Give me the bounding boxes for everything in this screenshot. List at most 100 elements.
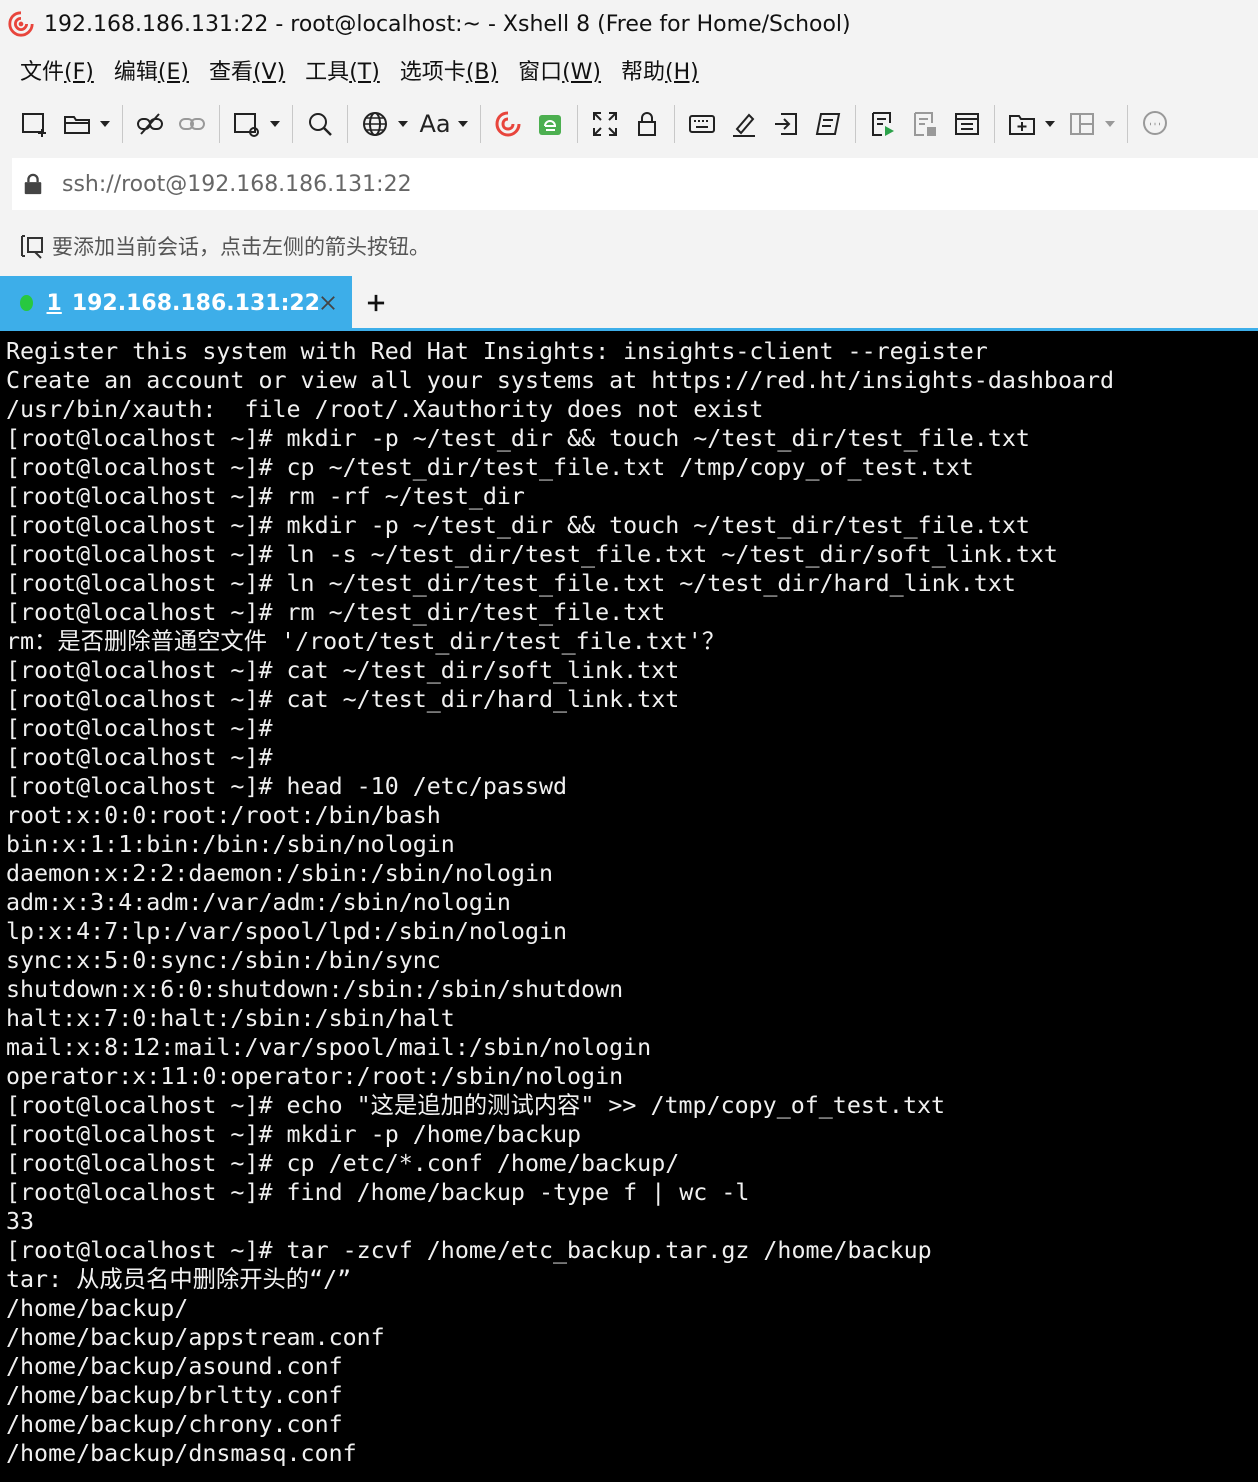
window-dropdown-icon[interactable] — [268, 104, 282, 144]
menu-help-label: 帮助 — [621, 60, 666, 85]
address-bar — [12, 158, 1258, 210]
menu-view[interactable]: 查看(V) — [199, 54, 295, 86]
stop-log-icon[interactable] — [907, 104, 943, 144]
add-tab-button[interactable] — [352, 276, 400, 330]
menu-file[interactable]: 文件(F) — [10, 54, 104, 86]
font-button-label: Aa — [419, 110, 451, 138]
disconnect-icon[interactable] — [132, 104, 168, 144]
terminal-line: [root@localhost ~]# find /home/backup -t… — [6, 1179, 750, 1206]
terminal-line: [root@localhost ~]# cp ~/test_dir/test_f… — [6, 454, 974, 481]
terminal-line: bin:x:1:1:bin:/bin:/sbin/nologin — [6, 831, 455, 858]
lock-icon[interactable] — [629, 104, 665, 144]
layout-icon[interactable] — [1064, 104, 1100, 144]
terminal-line: [root@localhost ~]# echo "这是追加的测试内容" >> … — [6, 1092, 946, 1119]
menu-help-accel: (H) — [665, 60, 699, 85]
send-icon[interactable] — [768, 104, 804, 144]
xshell-icon[interactable] — [490, 104, 526, 144]
open-folder-icon[interactable] — [59, 104, 95, 144]
terminal-line: lp:x:4:7:lp:/var/spool/lpd:/sbin/nologin — [6, 918, 568, 945]
terminal-line: Create an account or view all your syste… — [6, 367, 1115, 394]
terminal-line: /home/backup/dnsmasq.conf — [6, 1440, 357, 1467]
menu-tools[interactable]: 工具(T) — [295, 54, 390, 86]
session-hint-bar: 要添加当前会话，点击左侧的箭头按钮。 — [0, 224, 1258, 268]
menu-file-accel: (F) — [64, 60, 94, 85]
log-file-icon[interactable] — [949, 104, 985, 144]
fullscreen-icon[interactable] — [587, 104, 623, 144]
terminal-line: sync:x:5:0:sync:/sbin:/bin/sync — [6, 947, 441, 974]
menu-window[interactable]: 窗口(W) — [508, 54, 611, 86]
terminal-line: Register this system with Red Hat Insigh… — [6, 338, 988, 365]
font-dropdown-icon[interactable] — [456, 104, 470, 144]
terminal-line: daemon:x:2:2:daemon:/sbin:/sbin/nologin — [6, 860, 554, 887]
close-icon[interactable] — [320, 294, 336, 312]
menu-edit[interactable]: 编辑(E) — [104, 54, 199, 86]
search-icon[interactable] — [302, 104, 338, 144]
terminal-line: /usr/bin/xauth: file /root/.Xauthority d… — [6, 396, 764, 423]
font-icon[interactable]: Aa — [417, 104, 453, 144]
terminal-line: [root@localhost ~]# tar -zcvf /home/etc_… — [6, 1237, 932, 1264]
globe-icon[interactable] — [357, 104, 393, 144]
plus-icon — [367, 294, 385, 312]
add-session-arrow-icon[interactable] — [18, 232, 46, 260]
toolbar-separator — [674, 105, 675, 143]
toolbar-separator — [347, 105, 348, 143]
layout-dropdown-icon[interactable] — [1103, 104, 1117, 144]
menu-bar: 文件(F) 编辑(E) 查看(V) 工具(T) 选项卡(B) 窗口(W) 帮助(… — [0, 48, 1258, 92]
terminal-output[interactable]: Register this system with Red Hat Insigh… — [0, 331, 1258, 1482]
terminal-line: /home/backup/asound.conf — [6, 1353, 343, 1380]
start-log-icon[interactable] — [865, 104, 901, 144]
window-title: 192.168.186.131:22 - root@localhost:~ - … — [44, 11, 851, 37]
terminal-line: [root@localhost ~]# — [6, 744, 273, 771]
menu-tabs[interactable]: 选项卡(B) — [390, 54, 508, 86]
menu-view-label: 查看 — [208, 60, 253, 85]
terminal-line: [root@localhost ~]# ln -s ~/test_dir/tes… — [6, 541, 1058, 568]
address-lock-icon — [22, 171, 48, 197]
terminal-line: [root@localhost ~]# — [6, 715, 273, 742]
menu-window-label: 窗口 — [518, 60, 563, 85]
menu-tools-label: 工具 — [305, 60, 350, 85]
new-session-icon[interactable] — [17, 104, 53, 144]
xftp-icon[interactable] — [532, 104, 568, 144]
folder-dropdown-icon[interactable] — [1043, 104, 1057, 144]
terminal-line: root:x:0:0:root:/root:/bin/bash — [6, 802, 441, 829]
new-folder-icon[interactable] — [1004, 104, 1040, 144]
terminal-line: /home/backup/brltty.conf — [6, 1382, 343, 1409]
globe-dropdown-icon[interactable] — [396, 104, 410, 144]
xshell-logo-icon — [6, 9, 36, 39]
menu-window-accel: (W) — [562, 60, 602, 85]
tab-session-1[interactable]: 1 192.168.186.131:22 — [0, 276, 352, 330]
open-dropdown-icon[interactable] — [98, 104, 112, 144]
menu-tabs-accel: (B) — [465, 60, 499, 85]
menu-edit-accel: (E) — [157, 60, 189, 85]
terminal-line: /home/backup/chrony.conf — [6, 1411, 343, 1438]
menu-file-label: 文件 — [20, 60, 65, 85]
toolbar-separator — [855, 105, 856, 143]
terminal-line: halt:x:7:0:halt:/sbin:/sbin/halt — [6, 1005, 455, 1032]
terminal-line: tar: 从成员名中删除开头的“/” — [6, 1266, 352, 1293]
terminal-line: [root@localhost ~]# mkdir -p ~/test_dir … — [6, 512, 1030, 539]
terminal-line: [root@localhost ~]# mkdir -p /home/backu… — [6, 1121, 582, 1148]
toolbar-separator — [994, 105, 995, 143]
menu-edit-label: 编辑 — [113, 60, 158, 85]
chat-icon[interactable] — [1137, 104, 1173, 144]
tab-bar: 1 192.168.186.131:22 — [0, 276, 1258, 330]
new-window-icon[interactable] — [229, 104, 265, 144]
terminal-line: rm：是否删除普通空文件 '/root/test_dir/test_file.t… — [6, 628, 726, 655]
terminal-line: operator:x:11:0:operator:/root:/sbin/nol… — [6, 1063, 624, 1090]
address-input[interactable] — [60, 170, 964, 198]
terminal-line: [root@localhost ~]# cp /etc/*.conf /home… — [6, 1150, 680, 1177]
link-icon[interactable] — [174, 104, 210, 144]
title-bar: 192.168.186.131:22 - root@localhost:~ - … — [0, 0, 1258, 48]
toolbar-separator — [1127, 105, 1128, 143]
toolbar-separator — [219, 105, 220, 143]
script-icon[interactable] — [810, 104, 846, 144]
terminal-line: [root@localhost ~]# head -10 /etc/passwd — [6, 773, 568, 800]
hint-text: 要添加当前会话，点击左侧的箭头按钮。 — [52, 235, 430, 259]
terminal-line: [root@localhost ~]# cat ~/test_dir/soft_… — [6, 657, 680, 684]
menu-tabs-label: 选项卡 — [399, 60, 466, 85]
toolbar-separator — [122, 105, 123, 143]
highlight-icon[interactable] — [726, 104, 762, 144]
menu-help[interactable]: 帮助(H) — [611, 54, 709, 86]
keyboard-icon[interactable] — [684, 104, 720, 144]
terminal-line: [root@localhost ~]# ln ~/test_dir/test_f… — [6, 570, 1016, 597]
